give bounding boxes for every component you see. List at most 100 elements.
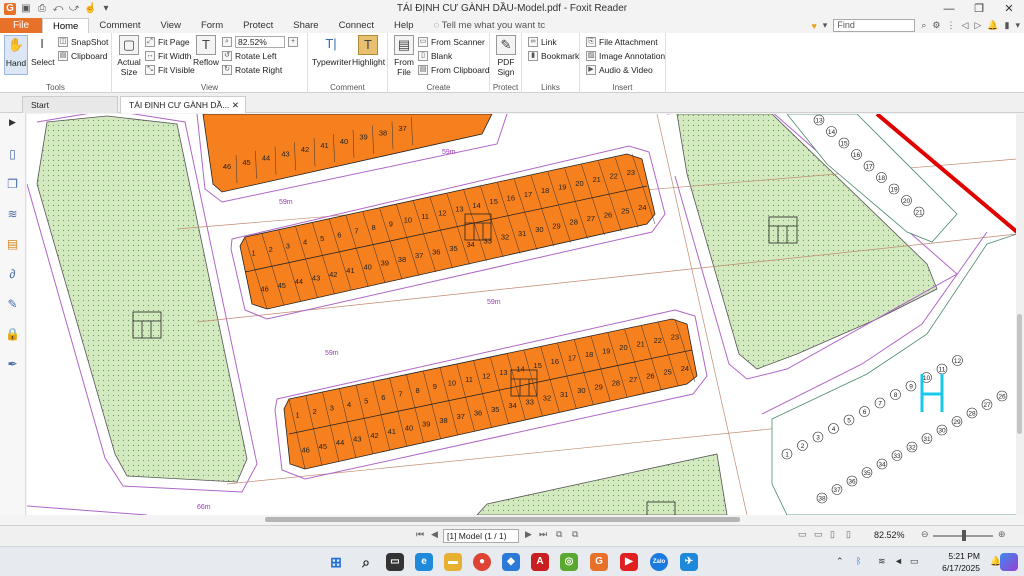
actual-size-button[interactable]: ▢ Actual Size — [116, 35, 142, 77]
zoom-icon[interactable]: ⌕ — [222, 37, 232, 47]
file-explorer-icon[interactable]: ▬ — [444, 553, 462, 571]
attachments-icon[interactable]: ∂ — [5, 267, 20, 282]
next-view-icon[interactable]: ⧉ — [572, 529, 578, 540]
facing-icon[interactable]: ▯ — [830, 529, 835, 540]
typewriter-button[interactable]: T| Typewriter — [312, 35, 351, 67]
comments-icon[interactable]: ▤ — [5, 237, 20, 252]
tab-form[interactable]: Form — [191, 18, 233, 33]
chrome-icon[interactable]: ● — [473, 553, 491, 571]
layers-pages-icon[interactable]: ❐ — [5, 177, 20, 192]
rotate-left-button[interactable]: ↺ Rotate Left — [222, 51, 277, 61]
security-lock-icon[interactable]: 🔒 — [5, 327, 20, 342]
document-canvas[interactable]: 46 45 44 43 42 41 40 39 38 37 1 46 2 45 3 44 4 43 5 42 6 41 7… — [27, 114, 1017, 515]
layers-icon[interactable]: ≋ — [5, 207, 20, 222]
autocad-icon[interactable]: A — [531, 553, 549, 571]
hand-tool-icon[interactable]: ☝ — [84, 3, 96, 15]
open-icon[interactable]: ▣ — [20, 3, 32, 15]
customize-icon[interactable]: ▾ — [100, 3, 112, 15]
bookmark-button[interactable]: ▮ Bookmark — [528, 51, 579, 61]
zoom-slider-thumb[interactable] — [962, 530, 966, 541]
image-annotation-button[interactable]: ▨ Image Annotation — [586, 51, 665, 61]
tab-document[interactable]: TÁI ĐỊNH CƯ GÀNH DẦ... ✕ — [120, 96, 246, 113]
pdf-sign-button[interactable]: ✎ PDF Sign — [494, 35, 518, 77]
tab-comment[interactable]: Comment — [89, 18, 150, 33]
find-options-icon[interactable]: ⋮ — [946, 20, 955, 31]
tab-protect[interactable]: Protect — [233, 18, 283, 33]
zoom-in-icon[interactable]: + — [288, 37, 298, 47]
zalo-icon[interactable]: Zalo — [650, 553, 668, 571]
copilot-icon[interactable] — [1000, 553, 1018, 571]
tab-start[interactable]: Start — [22, 96, 118, 113]
search-icon[interactable]: ⌕ — [357, 553, 375, 571]
fit-width-button[interactable]: ↔ Fit Width — [145, 51, 192, 61]
highlight-button[interactable]: T Highlight — [352, 35, 385, 67]
user-icon[interactable]: ▮ — [1005, 20, 1010, 31]
clipboard-button[interactable]: ▤ Clipboard — [58, 51, 107, 61]
expand-panel-icon[interactable]: ▶ — [5, 115, 20, 130]
tab-home[interactable]: Home — [42, 18, 90, 33]
task-view-icon[interactable]: ▭ — [386, 553, 404, 571]
wifi-icon[interactable]: ≋ — [878, 556, 886, 567]
settings-icon[interactable]: ⚙ — [932, 20, 940, 31]
continuous-icon[interactable]: ▭ — [814, 529, 823, 540]
audio-video-button[interactable]: ▶ Audio & Video — [586, 65, 653, 75]
windows-start-icon[interactable]: ⊞ — [327, 553, 345, 571]
print-icon[interactable]: ⎙ — [36, 3, 48, 15]
notification-icon[interactable]: 🔔 — [987, 20, 998, 31]
tray-overflow-icon[interactable]: ⌃ — [836, 556, 844, 567]
tab-connect[interactable]: Connect — [329, 18, 384, 33]
continuous-facing-icon[interactable]: ▯ — [846, 529, 851, 540]
single-page-icon[interactable]: ▭ — [798, 529, 807, 540]
snapshot-button[interactable]: ◫ SnapShot — [58, 37, 108, 47]
prev-page-icon[interactable]: ◀ — [431, 529, 438, 540]
app-icon-green[interactable]: ◎ — [560, 553, 578, 571]
vertical-scroll-thumb[interactable] — [1017, 314, 1022, 434]
rotate-right-button[interactable]: ↻ Rotate Right — [222, 65, 282, 75]
system-clock[interactable]: 5:21 PM 6/17/2025 — [942, 550, 980, 574]
battery-icon[interactable]: ▭ — [910, 556, 919, 567]
undo-icon[interactable]: ⤺ — [52, 3, 64, 15]
tools-pen-icon[interactable]: ✒ — [5, 357, 20, 372]
from-scanner-button[interactable]: ▭ From Scanner — [418, 37, 485, 47]
vertical-scrollbar[interactable] — [1016, 114, 1024, 515]
restore-button[interactable]: ❐ — [964, 0, 994, 18]
close-button[interactable]: ✕ — [994, 0, 1024, 18]
youtube-icon[interactable]: ▶ — [620, 553, 638, 571]
file-attachment-button[interactable]: ⎘ File Attachment — [586, 37, 658, 47]
tab-view[interactable]: View — [151, 18, 191, 33]
from-file-button[interactable]: ▤ From File — [392, 35, 416, 77]
reflow-button[interactable]: T Reflow — [192, 35, 220, 67]
ribbon-collapse-icon[interactable]: ▾ — [1015, 20, 1020, 31]
first-page-icon[interactable]: ⏮ — [416, 529, 424, 540]
select-tool-button[interactable]: I Select — [31, 35, 55, 67]
last-page-icon[interactable]: ⏭ — [539, 529, 547, 540]
next-page-icon[interactable]: ▶ — [525, 529, 532, 540]
signatures-icon[interactable]: ✎ — [5, 297, 20, 312]
edge-browser-icon[interactable]: e — [415, 553, 433, 571]
from-clipboard-button[interactable]: ▤ From Clipboard — [418, 65, 490, 75]
fit-visible-button[interactable]: ⤡ Fit Visible — [145, 65, 195, 75]
next-icon[interactable]: ▷ — [974, 20, 981, 31]
minimize-button[interactable]: — — [934, 0, 964, 18]
app-icon-blue[interactable]: ◆ — [502, 553, 520, 571]
page-navigation-input[interactable]: [1] Model (1 / 1) — [443, 529, 519, 543]
find-input[interactable]: Find — [833, 19, 916, 32]
zoom-out-icon[interactable]: ⊖ — [921, 529, 929, 540]
find-search-icon[interactable]: ⌕ — [921, 20, 926, 31]
close-tab-icon[interactable]: ✕ — [232, 97, 239, 113]
previous-view-icon[interactable]: ⧉ — [556, 529, 562, 540]
file-menu[interactable]: File — [0, 18, 42, 33]
volume-icon[interactable]: ◄ — [894, 556, 903, 566]
zoom-in-status-icon[interactable]: ⊕ — [998, 529, 1006, 540]
hand-tool-button[interactable]: ✋ Hand — [4, 35, 28, 75]
skin-icon[interactable]: ▾ — [823, 20, 828, 31]
foxit-taskbar-icon[interactable]: G — [590, 553, 608, 571]
redo-icon[interactable]: ⤻ — [68, 3, 80, 15]
link-button[interactable]: ∞ Link — [528, 37, 557, 47]
tell-me-box[interactable]: ◌ Tell me what you want tc — [434, 18, 546, 33]
tab-help[interactable]: Help — [384, 18, 424, 33]
tab-share[interactable]: Share — [283, 18, 328, 33]
zoom-select[interactable]: 82.52% — [235, 36, 285, 48]
horizontal-scrollbar[interactable] — [265, 517, 740, 522]
blank-button[interactable]: ▯ Blank — [418, 51, 452, 61]
